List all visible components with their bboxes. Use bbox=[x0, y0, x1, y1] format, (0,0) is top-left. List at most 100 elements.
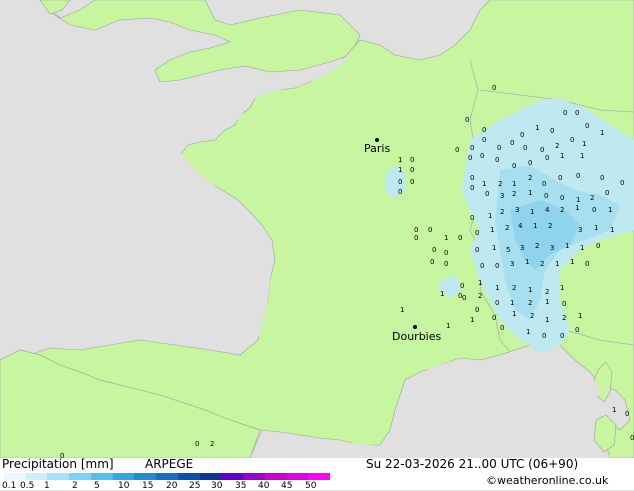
precip-value: 2 bbox=[590, 194, 594, 202]
precip-value: 1 bbox=[512, 310, 516, 318]
precip-value: 0 bbox=[458, 234, 462, 242]
precip-value: 0 bbox=[495, 299, 499, 307]
precip-value: 1 bbox=[495, 284, 499, 292]
legend-swatch bbox=[221, 473, 244, 480]
precip-value: 2 bbox=[548, 222, 552, 230]
precip-value: 2 bbox=[512, 284, 516, 292]
precip-value: 0 bbox=[542, 180, 546, 188]
precip-value: 1 bbox=[400, 306, 404, 314]
precip-value: 2 bbox=[545, 288, 549, 296]
precip-value: 0 bbox=[562, 300, 566, 308]
precip-value: 1 bbox=[446, 322, 450, 330]
legend-swatch bbox=[4, 473, 27, 480]
precip-value: 0 bbox=[414, 226, 418, 234]
precip-value: 0 bbox=[497, 144, 501, 152]
precip-value: 0 bbox=[500, 324, 504, 332]
credit: ©weatheronline.co.uk bbox=[486, 474, 609, 487]
precip-value: 0 bbox=[460, 282, 464, 290]
precip-value: 0 bbox=[550, 127, 554, 135]
precip-value: 2 bbox=[498, 180, 502, 188]
precip-value: 1 bbox=[444, 234, 448, 242]
precip-value: 0 bbox=[492, 314, 496, 322]
precip-value: 0 bbox=[570, 136, 574, 144]
precip-value: 0 bbox=[480, 152, 484, 160]
precip-value: 3 bbox=[550, 244, 554, 252]
precip-value: 1 bbox=[612, 406, 616, 414]
precip-value: 1 bbox=[560, 284, 564, 292]
precip-value: 1 bbox=[470, 316, 474, 324]
model-name: ARPEGE bbox=[145, 457, 194, 471]
precip-value: 0 bbox=[630, 434, 634, 442]
precip-value: 2 bbox=[540, 260, 544, 268]
precip-value: 0 bbox=[512, 162, 516, 170]
precip-value: 1 bbox=[482, 180, 486, 188]
precip-value: 0 bbox=[563, 109, 567, 117]
precip-value: 1 bbox=[578, 312, 582, 320]
legend-color-bar bbox=[4, 473, 331, 480]
precip-value: 1 bbox=[492, 244, 496, 252]
precip-value: 1 bbox=[580, 244, 584, 252]
precip-value: 0 bbox=[410, 156, 414, 164]
legend-swatch bbox=[156, 473, 179, 480]
precip-value: 0 bbox=[585, 122, 589, 130]
city-label: Dourbies bbox=[392, 330, 442, 343]
legend-swatch bbox=[69, 473, 92, 480]
precip-value: 0 bbox=[576, 172, 580, 180]
precip-value: 1 bbox=[530, 208, 534, 216]
precip-value: 1 bbox=[398, 156, 402, 164]
city-marker bbox=[413, 325, 417, 329]
precip-value: 1 bbox=[560, 152, 564, 160]
precip-value: 1 bbox=[512, 180, 516, 188]
precip-value: 4 bbox=[545, 206, 550, 214]
precip-value: 2 bbox=[528, 174, 532, 182]
precip-value: 1 bbox=[478, 279, 482, 287]
precip-value: 3 bbox=[578, 226, 582, 234]
precip-value: 0 bbox=[444, 249, 448, 257]
precip-value: 2 bbox=[562, 314, 566, 322]
precip-value: 1 bbox=[526, 328, 530, 336]
precip-value: 2 bbox=[560, 206, 564, 214]
precip-value: 2 bbox=[512, 190, 516, 198]
valid-datetime: Su 22-03-2026 21..00 UTC (06+90) bbox=[366, 457, 579, 471]
precip-value: 0 bbox=[398, 188, 402, 196]
precip-value: 0 bbox=[542, 332, 546, 340]
legend-swatch bbox=[243, 473, 266, 480]
legend-swatch bbox=[90, 473, 114, 480]
precip-value: 0 bbox=[540, 146, 544, 154]
precip-value: 0 bbox=[470, 214, 474, 222]
precip-value: 1 bbox=[528, 189, 532, 197]
precip-value: 0 bbox=[545, 154, 549, 162]
precip-value: 1 bbox=[580, 152, 584, 160]
precip-value: 0 bbox=[475, 306, 479, 314]
precip-value: 2 bbox=[528, 299, 532, 307]
legend-swatch bbox=[286, 473, 309, 480]
precip-value: 0 bbox=[468, 154, 472, 162]
precip-value: 1 bbox=[610, 226, 614, 234]
precip-value: 0 bbox=[444, 260, 448, 268]
precip-value: 0 bbox=[600, 174, 604, 182]
precip-value: 1 bbox=[555, 260, 559, 268]
precip-value: 2 bbox=[505, 224, 509, 232]
precip-value: 0 bbox=[482, 136, 486, 144]
legend-swatch bbox=[264, 473, 288, 480]
precip-value: 1 bbox=[565, 242, 569, 250]
precip-value: 1 bbox=[490, 226, 494, 234]
precip-value: 0 bbox=[470, 144, 474, 152]
precip-value: 0 bbox=[520, 131, 524, 139]
precip-value: 1 bbox=[528, 286, 532, 294]
precip-value: 0 bbox=[414, 234, 418, 242]
precip-value: 0 bbox=[596, 242, 600, 250]
precip-value: 2 bbox=[500, 208, 504, 216]
precip-value: 1 bbox=[545, 298, 549, 306]
precip-value: 0 bbox=[560, 332, 564, 340]
precip-value: 1 bbox=[582, 140, 586, 148]
precip-value: 0 bbox=[432, 246, 436, 254]
precip-value: 0 bbox=[585, 260, 589, 268]
precip-value: 0 bbox=[470, 174, 474, 182]
precip-value: 0 bbox=[475, 246, 479, 254]
precip-value: 1 bbox=[488, 212, 492, 220]
precip-value: 0 bbox=[430, 258, 434, 266]
precip-value: 0 bbox=[410, 178, 414, 186]
legend-swatch bbox=[177, 473, 201, 480]
precip-value: 2 bbox=[555, 142, 559, 150]
